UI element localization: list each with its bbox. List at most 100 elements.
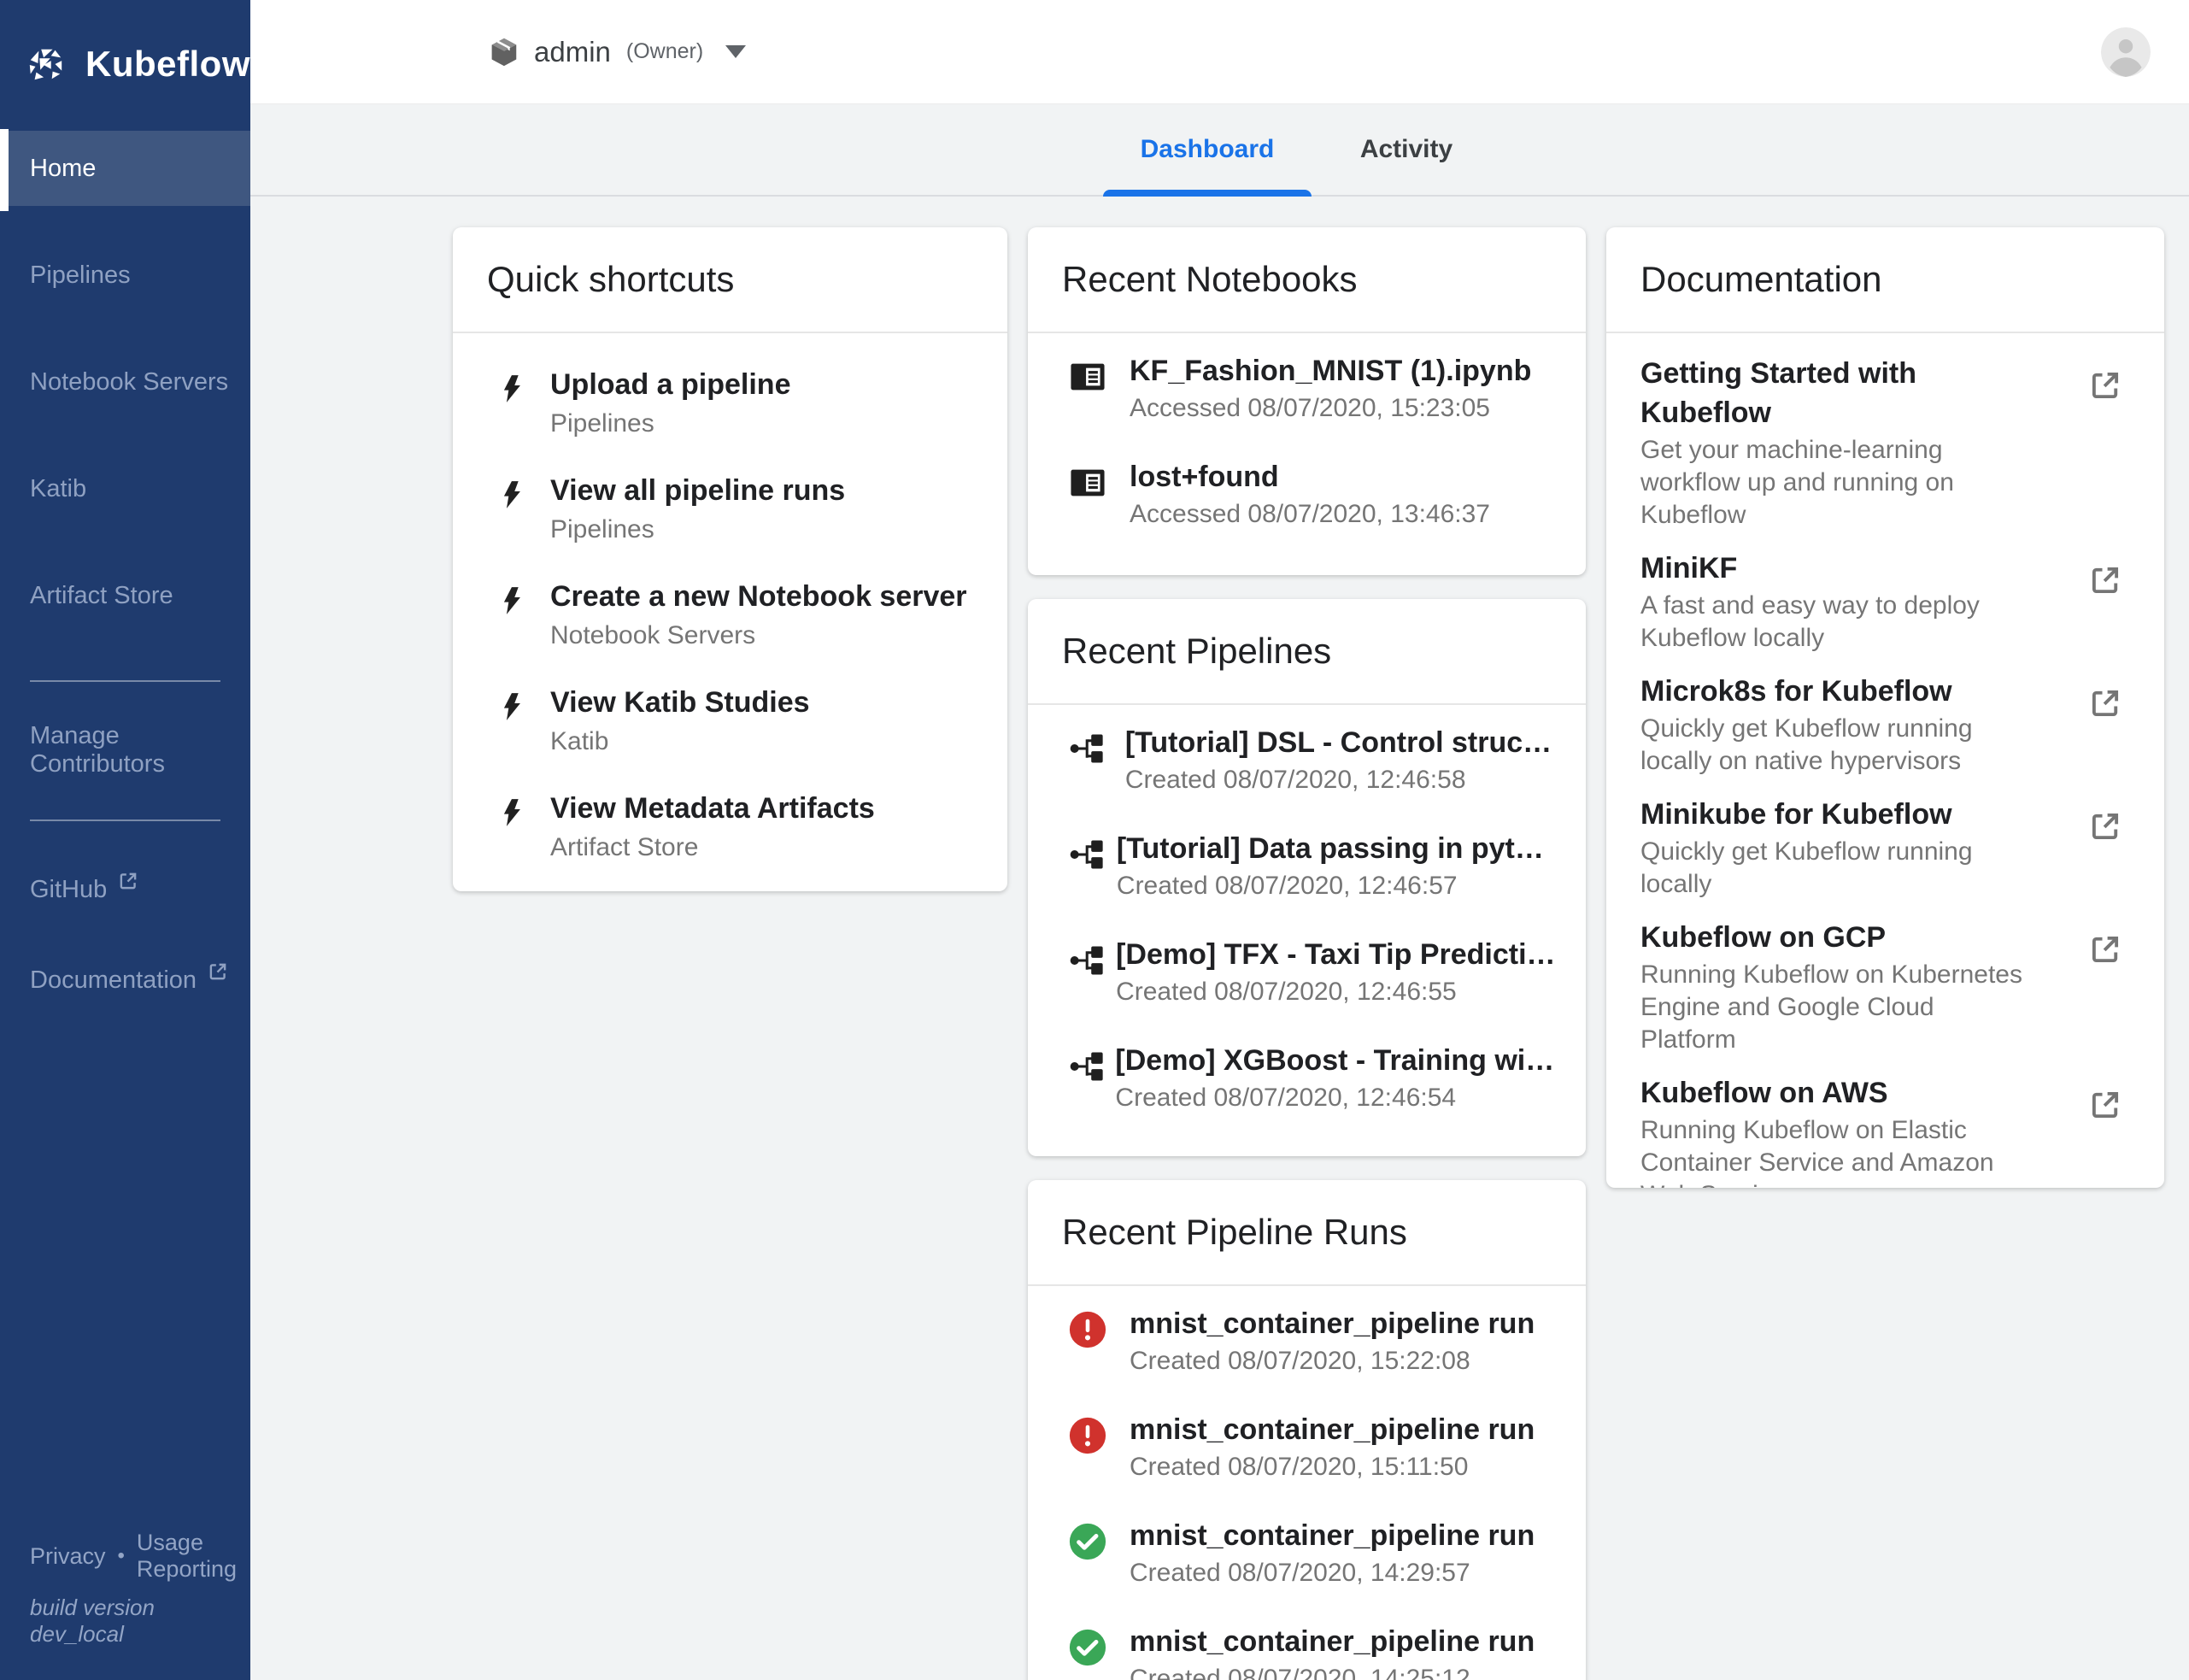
shortcut-subtitle: Katib (550, 725, 810, 759)
column-documentation: Documentation Getting Started with Kubef… (1606, 227, 2164, 1188)
bolt-icon (497, 455, 550, 561)
pipeline-name: [Tutorial] DSL - Control structures (1125, 724, 1560, 761)
kubeflow-logo[interactable]: Kubeflow (0, 0, 250, 128)
shortcut-subtitle: Pipelines (550, 407, 790, 441)
sidebar-item-notebook-servers[interactable]: Notebook Servers (0, 344, 250, 420)
run-name: mnist_container_pipeline run (1130, 1305, 1535, 1342)
pipeline-run-item[interactable]: mnist_container_pipeline run Created 08/… (1028, 1404, 1586, 1510)
quick-shortcuts-card: Quick shortcuts Upload a pipeline Pipeli… (453, 227, 1007, 891)
pipeline-meta: Created 08/07/2020, 12:46:54 (1115, 1081, 1560, 1115)
pipeline-icon (1068, 1042, 1115, 1141)
pipeline-icon (1068, 830, 1117, 929)
pipeline-item[interactable]: [Demo] XGBoost - Training with Confusi..… (1028, 1035, 1586, 1141)
pipeline-name: [Demo] XGBoost - Training with Confusi..… (1115, 1042, 1560, 1079)
open-in-new-icon (2087, 367, 2123, 403)
shortcut-upload-pipeline[interactable]: Upload a pipeline Pipelines (453, 349, 1007, 455)
run-meta: Created 08/07/2020, 15:11:50 (1130, 1450, 1535, 1484)
tab-label: Dashboard (1141, 135, 1275, 164)
sidebar-item-label: Manage Contributors (30, 722, 250, 778)
sidebar-nav: Home Pipelines Notebook Servers Katib Ar… (0, 128, 250, 1018)
recent-pipeline-runs-card: Recent Pipeline Runs mn (1028, 1180, 1586, 1680)
open-in-new-icon (2087, 931, 2123, 967)
doc-desc: A fast and easy way to deploy Kubeflow l… (1640, 590, 2028, 655)
sidebar-divider (30, 680, 220, 682)
bolt-icon (497, 349, 550, 455)
dashboard-content: Quick shortcuts Upload a pipeline Pipeli… (250, 197, 2189, 1680)
sidebar-item-artifact-store[interactable]: Artifact Store (0, 558, 250, 633)
sidebar-divider (30, 819, 220, 821)
sidebar-item-home[interactable]: Home (0, 131, 250, 206)
pipeline-icon (1068, 936, 1116, 1035)
shortcut-create-notebook-server[interactable]: Create a new Notebook server Notebook Se… (453, 561, 1007, 667)
doc-link-minikube[interactable]: Minikube for Kubeflow Quickly get Kubefl… (1640, 778, 2130, 901)
usage-reporting-link[interactable]: Usage Reporting (137, 1530, 250, 1583)
shortcut-subtitle: Pipelines (550, 513, 845, 547)
pipeline-name: [Tutorial] Data passing in python comp..… (1117, 830, 1560, 867)
chevron-down-icon (725, 45, 746, 58)
sidebar-item-github[interactable]: GitHub (0, 852, 250, 927)
recent-notebooks-card: Recent Notebooks (1028, 227, 1586, 575)
doc-link-microk8s[interactable]: Microk8s for Kubeflow Quickly get Kubefl… (1640, 655, 2130, 778)
sidebar-item-label: Artifact Store (30, 582, 173, 610)
shortcut-title: View all pipeline runs (550, 472, 845, 509)
sidebar-item-katib[interactable]: Katib (0, 451, 250, 526)
open-in-new-icon (2087, 562, 2123, 598)
pipeline-meta: Created 08/07/2020, 12:46:57 (1117, 869, 1560, 903)
namespace-name: admin (534, 36, 611, 68)
avatar[interactable] (2101, 27, 2151, 77)
pipeline-run-item[interactable]: mnist_container_pipeline run Created 08/… (1028, 1616, 1586, 1680)
pipeline-item[interactable]: [Demo] TFX - Taxi Tip Prediction Model .… (1028, 929, 1586, 1035)
tab-activity[interactable]: Activity (1312, 104, 1501, 195)
shortcut-title: Create a new Notebook server (550, 578, 967, 615)
open-in-new-icon (2087, 1087, 2123, 1123)
package-icon (488, 36, 520, 68)
card-title: Recent Pipelines (1028, 599, 1586, 705)
sidebar-item-label: Home (30, 155, 96, 183)
privacy-link[interactable]: Privacy (30, 1543, 106, 1570)
pipeline-run-item[interactable]: mnist_container_pipeline run Created 08/… (1028, 1510, 1586, 1616)
sidebar-item-documentation[interactable]: Documentation (0, 943, 250, 1018)
kubeflow-dashboard: Kubeflow Home Pipelines Notebook Servers… (0, 0, 2189, 1680)
sidebar-item-pipelines[interactable]: Pipelines (0, 238, 250, 313)
namespace-selector[interactable]: admin (Owner) (488, 36, 746, 68)
doc-link-kubeflow-gcp[interactable]: Kubeflow on GCP Running Kubeflow on Kube… (1640, 901, 2130, 1056)
doc-title: Minikube for Kubeflow (1640, 795, 2028, 834)
card-title: Documentation (1606, 227, 2164, 333)
documentation-list: Getting Started with Kubeflow Get your m… (1606, 333, 2164, 1188)
pipeline-run-item[interactable]: mnist_container_pipeline run Created 08/… (1028, 1298, 1586, 1404)
shortcut-view-katib-studies[interactable]: View Katib Studies Katib (453, 667, 1007, 772)
column-quick-shortcuts: Quick shortcuts Upload a pipeline Pipeli… (453, 227, 1007, 891)
pipeline-meta: Created 08/07/2020, 12:46:55 (1116, 975, 1560, 1009)
doc-link-kubeflow-aws[interactable]: Kubeflow on AWS Running Kubeflow on Elas… (1640, 1056, 2130, 1188)
notebook-meta: Accessed 08/07/2020, 13:46:37 (1130, 497, 1490, 532)
notebook-name: KF_Fashion_MNIST (1).ipynb (1130, 352, 1531, 390)
column-recent-activity: Recent Notebooks (1028, 227, 1586, 1680)
pipeline-meta: Created 08/07/2020, 12:46:58 (1125, 763, 1560, 797)
notebook-icon (1068, 352, 1130, 451)
card-title: Quick shortcuts (453, 227, 1007, 333)
pipeline-list: [Tutorial] DSL - Control structures Crea… (1028, 705, 1586, 1141)
shortcut-view-pipeline-runs[interactable]: View all pipeline runs Pipelines (453, 455, 1007, 561)
run-name: mnist_container_pipeline run (1130, 1623, 1535, 1660)
run-name: mnist_container_pipeline run (1130, 1517, 1535, 1554)
shortcut-view-metadata-artifacts[interactable]: View Metadata Artifacts Artifact Store (453, 772, 1007, 878)
notebook-item[interactable]: lost+found Accessed 08/07/2020, 13:46:37 (1028, 451, 1586, 557)
sidebar-footer: Privacy • Usage Reporting build version … (30, 1530, 250, 1648)
doc-link-getting-started[interactable]: Getting Started with Kubeflow Get your m… (1640, 337, 2130, 532)
namespace-role: (Owner) (626, 39, 703, 64)
sidebar-item-manage-contributors[interactable]: Manage Contributors (0, 713, 250, 788)
pipeline-item[interactable]: [Tutorial] DSL - Control structures Crea… (1028, 717, 1586, 823)
run-name: mnist_container_pipeline run (1130, 1411, 1535, 1448)
doc-link-minikf[interactable]: MiniKF A fast and easy way to deploy Kub… (1640, 532, 2130, 655)
sidebar-scroll-indicator[interactable] (0, 129, 9, 211)
tab-dashboard[interactable]: Dashboard (1103, 104, 1312, 195)
notebook-item[interactable]: KF_Fashion_MNIST (1).ipynb Accessed 08/0… (1028, 345, 1586, 451)
doc-desc: Get your machine-learning workflow up an… (1640, 434, 2028, 532)
shortcut-title: View Metadata Artifacts (550, 790, 875, 827)
error-icon (1068, 1305, 1130, 1404)
sidebar-item-label: Pipelines (30, 261, 131, 290)
footer-separator: • (118, 1544, 125, 1568)
shortcut-title: View Katib Studies (550, 684, 810, 721)
notebook-icon (1068, 458, 1130, 557)
pipeline-item[interactable]: [Tutorial] Data passing in python comp..… (1028, 823, 1586, 929)
